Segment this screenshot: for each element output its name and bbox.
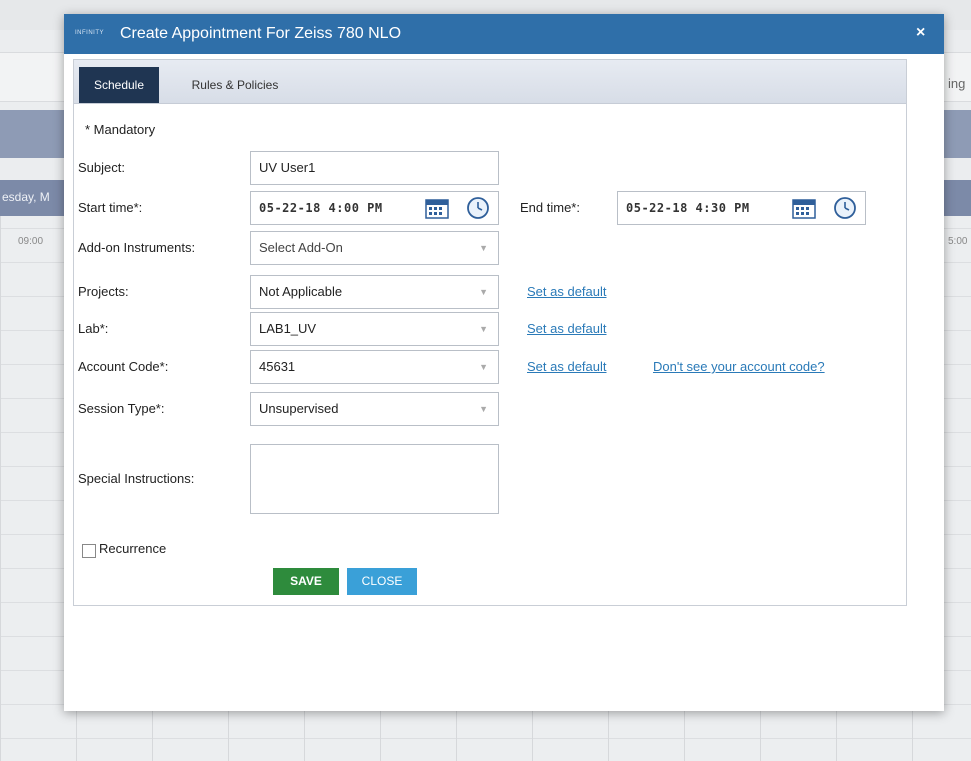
start-time-value: 05-22-18 4:00 PM bbox=[259, 201, 383, 215]
projects-value: Not Applicable bbox=[259, 284, 343, 299]
calendar-time-right: 5:00 bbox=[948, 236, 968, 247]
end-time-label: End time*: bbox=[520, 200, 580, 215]
session-type-label: Session Type*: bbox=[78, 401, 165, 416]
tab-schedule[interactable]: Schedule bbox=[79, 67, 159, 103]
addon-placeholder: Select Add-On bbox=[259, 240, 343, 255]
mandatory-note: * Mandatory bbox=[85, 122, 156, 137]
calendar-day-label: esday, M bbox=[2, 190, 50, 204]
missing-account-code-link[interactable]: Don't see your account code? bbox=[653, 359, 825, 374]
addon-label: Add-on Instruments: bbox=[78, 240, 196, 255]
end-time-value: 05-22-18 4:30 PM bbox=[626, 201, 750, 215]
create-appointment-dialog: INFINITY Create Appointment For Zeiss 78… bbox=[64, 14, 944, 711]
account-code-value: 45631 bbox=[259, 359, 296, 374]
recurrence-label: Recurrence bbox=[99, 541, 167, 556]
start-time-input[interactable]: 05-22-18 4:00 PM bbox=[250, 191, 499, 225]
tab-bar: Schedule Rules & Policies bbox=[74, 60, 906, 104]
background-right-text: ing bbox=[948, 76, 966, 91]
special-instructions-textarea[interactable] bbox=[250, 444, 499, 514]
lab-select[interactable]: LAB1_UV ▼ bbox=[250, 312, 499, 346]
chevron-down-icon: ▼ bbox=[479, 324, 488, 334]
account-code-set-default-link[interactable]: Set as default bbox=[527, 359, 607, 374]
projects-set-default-link[interactable]: Set as default bbox=[527, 284, 607, 299]
clock-icon[interactable] bbox=[831, 194, 859, 222]
projects-select[interactable]: Not Applicable ▼ bbox=[250, 275, 499, 309]
dialog-title: Create Appointment For Zeiss 780 NLO bbox=[120, 25, 402, 42]
clock-icon[interactable] bbox=[464, 194, 492, 222]
start-time-label: Start time*: bbox=[78, 200, 143, 215]
special-instructions-label: Special Instructions: bbox=[78, 471, 195, 486]
session-type-value: Unsupervised bbox=[259, 401, 339, 416]
calendar-icon[interactable] bbox=[423, 194, 451, 222]
close-icon[interactable]: × bbox=[916, 24, 925, 42]
account-code-select[interactable]: 45631 ▼ bbox=[250, 350, 499, 384]
close-button[interactable]: CLOSE bbox=[347, 568, 417, 595]
save-button[interactable]: SAVE bbox=[273, 568, 339, 595]
subject-label: Subject: bbox=[78, 160, 125, 175]
chevron-down-icon: ▼ bbox=[479, 362, 488, 372]
lab-set-default-link[interactable]: Set as default bbox=[527, 321, 607, 336]
end-time-input[interactable]: 05-22-18 4:30 PM bbox=[617, 191, 866, 225]
addon-select[interactable]: Select Add-On ▼ bbox=[250, 231, 499, 265]
chevron-down-icon: ▼ bbox=[479, 287, 488, 297]
form-panel: Schedule Rules & Policies * Mandatory Su… bbox=[73, 59, 907, 606]
chevron-down-icon: ▼ bbox=[479, 243, 488, 253]
dialog-header: INFINITY Create Appointment For Zeiss 78… bbox=[64, 14, 944, 54]
projects-label: Projects: bbox=[78, 284, 129, 299]
brand-logo: INFINITY bbox=[75, 30, 104, 36]
lab-label: Lab*: bbox=[78, 321, 109, 336]
calendar-time-left: 09:00 bbox=[18, 236, 44, 247]
calendar-icon[interactable] bbox=[790, 194, 818, 222]
lab-value: LAB1_UV bbox=[259, 321, 317, 336]
tab-rules-policies[interactable]: Rules & Policies bbox=[170, 67, 300, 103]
chevron-down-icon: ▼ bbox=[479, 404, 488, 414]
subject-input[interactable]: UV User1 bbox=[250, 151, 499, 185]
recurrence-checkbox[interactable] bbox=[82, 544, 96, 558]
account-code-label: Account Code*: bbox=[78, 359, 169, 374]
session-type-select[interactable]: Unsupervised ▼ bbox=[250, 392, 499, 426]
